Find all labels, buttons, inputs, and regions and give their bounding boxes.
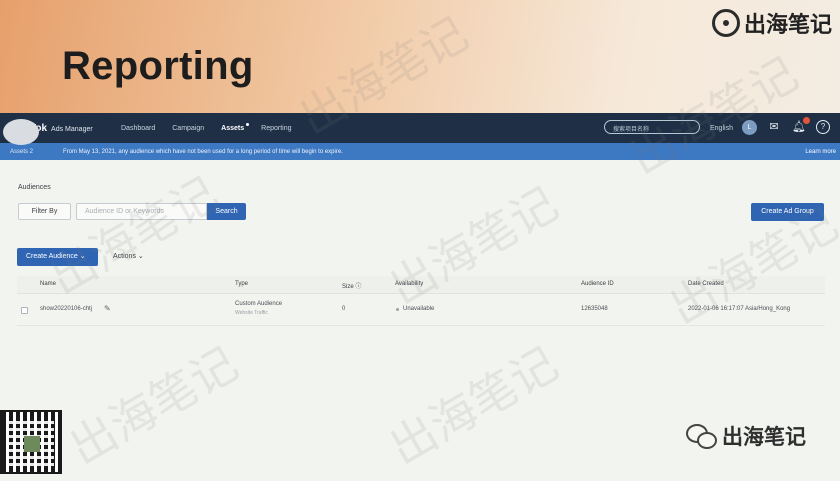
notice-learn-more-link[interactable]: Learn more [805, 149, 836, 155]
edit-pencil-icon[interactable]: ✎ [104, 304, 111, 313]
nav-link-assets[interactable]: Assets [221, 122, 250, 132]
audience-type-sub: Website Traffic [235, 310, 268, 316]
create-audience-button[interactable]: Create Audience ⌄ [17, 248, 98, 266]
help-icon[interactable]: ? [816, 120, 830, 134]
col-date-created[interactable]: Date Created [688, 281, 724, 287]
audience-name[interactable]: show20220106-chtj [40, 306, 92, 312]
filter-by-button[interactable]: Filter By [18, 203, 71, 220]
audience-date-created: 2022-01-06 16:17:07 Asia/Hong_Kong [688, 306, 791, 312]
actions-dropdown[interactable]: Actions ⌄ [103, 248, 153, 266]
audience-type: Custom Audience [235, 301, 283, 307]
audience-id: 12635048 [581, 306, 608, 312]
col-type[interactable]: Type [235, 281, 248, 287]
notice-bar: Assets 2 From May 13, 2021, any audience… [0, 143, 840, 160]
wechat-icon [686, 424, 717, 449]
nav-link-dashboard[interactable]: Dashboard [121, 125, 155, 132]
language-selector[interactable]: English [710, 125, 733, 132]
nav-links: Dashboard Campaign Assets Reporting [121, 122, 309, 132]
audience-size: 0 [342, 306, 346, 312]
notification-badge [803, 117, 810, 124]
table-header: Name Type Size ⓘ Availability Audience I… [17, 276, 825, 294]
table-row: show20220106-chtj ✎ Custom Audience Webs… [17, 294, 825, 326]
row-checkbox[interactable] [21, 307, 28, 314]
col-availability[interactable]: Availability [395, 281, 423, 287]
audience-search-input[interactable]: Audience ID or Keywords [76, 203, 207, 220]
brand-logo-text: 出海笔记 [743, 12, 832, 38]
col-audience-id[interactable]: Audience ID [581, 281, 614, 287]
col-name[interactable]: Name [40, 281, 56, 287]
qr-code [0, 410, 62, 474]
notice-prefix: Assets 2 [10, 148, 34, 155]
section-label: Audiences [18, 184, 51, 191]
col-size[interactable]: Size ⓘ [342, 281, 361, 290]
audience-table: Name Type Size ⓘ Availability Audience I… [17, 276, 825, 326]
slide-title: Reporting [62, 44, 254, 88]
user-avatar[interactable]: L [742, 120, 757, 135]
app-brand[interactable]: Tok Ads Manager [30, 123, 93, 134]
inbox-icon[interactable]: ✉ [767, 120, 781, 134]
qr-center-logo [24, 436, 40, 452]
create-ad-group-button[interactable]: Create Ad Group [751, 203, 824, 221]
slide-header: Reporting 出海笔记 [0, 0, 840, 113]
nav-search-input[interactable]: 搜索项目名称 [604, 120, 700, 134]
notice-text: From May 13, 2021, any audience which ha… [63, 148, 343, 155]
nav-link-campaign[interactable]: Campaign [172, 125, 204, 132]
blurred-logo-mark [3, 119, 39, 145]
brand-logo: 出海笔记 [711, 6, 832, 40]
ship-wheel-icon [711, 9, 740, 37]
audience-availability: Unavailable [403, 306, 435, 312]
top-navigation-bar: Tok Ads Manager Dashboard Campaign Assets… [0, 113, 840, 143]
availability-status-dot [396, 308, 399, 311]
app-brand-sub: Ads Manager [51, 125, 93, 133]
nav-link-reporting[interactable]: Reporting [261, 125, 291, 132]
search-button[interactable]: Search [207, 203, 246, 220]
wechat-account-name: 出海笔记 [722, 426, 806, 449]
wechat-account-mark: 出海笔记 [686, 421, 806, 451]
